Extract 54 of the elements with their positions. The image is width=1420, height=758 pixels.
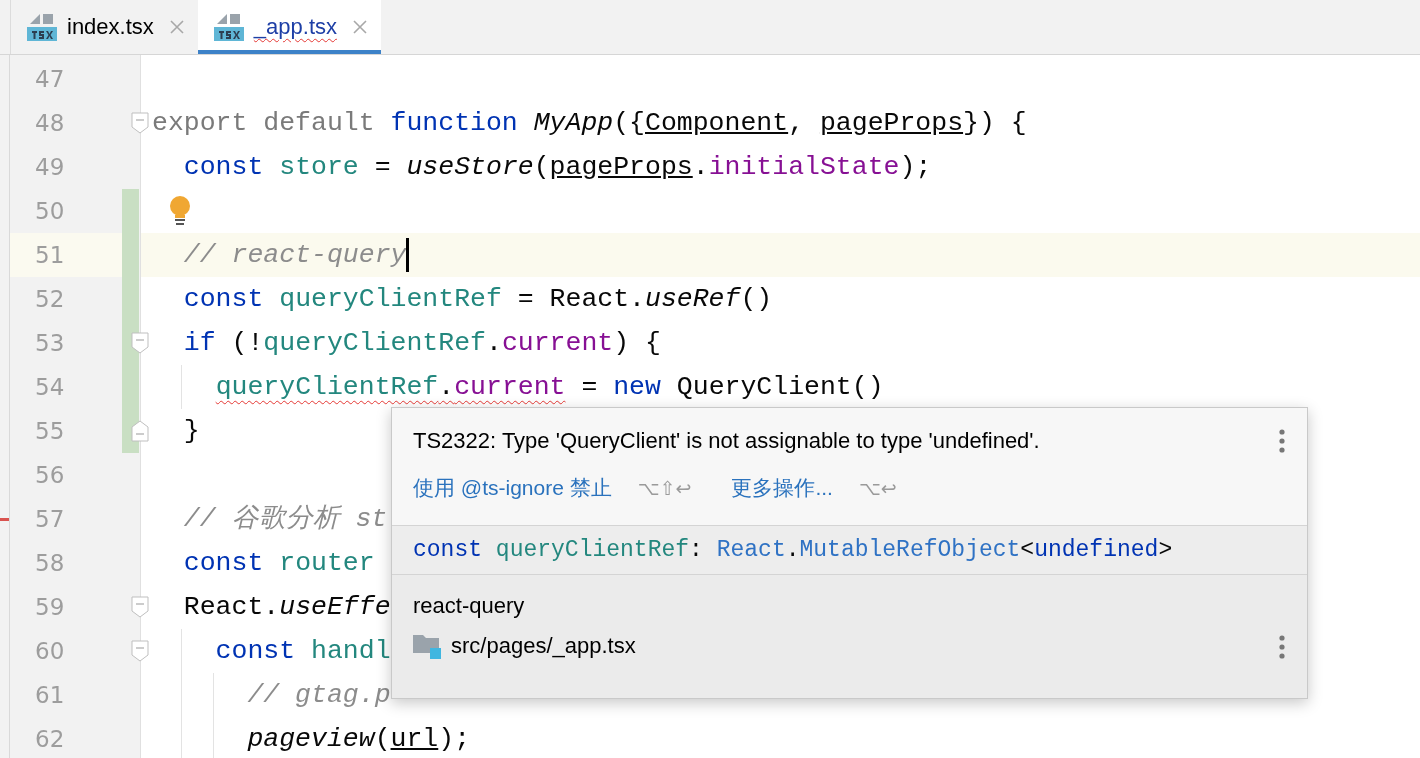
fold-icon[interactable] — [131, 640, 149, 662]
line-number: 60 — [34, 637, 66, 666]
line-number: 51 — [34, 241, 66, 270]
doc-text: react-query — [413, 593, 526, 619]
folder-icon — [413, 633, 443, 659]
code-line: const handl — [214, 635, 391, 668]
line-number: 53 — [34, 329, 66, 358]
fold-icon[interactable] — [131, 112, 149, 134]
fold-icon[interactable] — [131, 332, 149, 354]
code-line: const router — [182, 547, 375, 580]
code-line: if (!queryClientRef.current) { — [182, 327, 661, 360]
tsx-file-icon — [27, 12, 59, 42]
line-number: 54 — [34, 373, 66, 402]
code-line: // 谷歌分析 st — [182, 503, 388, 536]
code-line: } — [182, 415, 200, 448]
file-tab[interactable]: _app.tsx — [197, 0, 381, 54]
tsx-file-icon — [213, 12, 246, 42]
fold-icon[interactable] — [131, 596, 149, 618]
shortcut-hint: ⌥⇧↩ — [637, 477, 692, 499]
fold-icon[interactable] — [131, 420, 149, 442]
error-stripe[interactable] — [0, 518, 9, 521]
line-number: 52 — [34, 285, 66, 314]
line-number: 48 — [34, 109, 66, 138]
file-tab[interactable]: index.tsx — [11, 0, 198, 54]
line-number: 58 — [34, 549, 66, 578]
line-number: 56 — [34, 461, 66, 490]
code-line: // gtag.p — [246, 679, 391, 712]
line-number: 57 — [34, 505, 66, 534]
type-signature: const queryClientRef: React.MutableRefObject<undefined> — [413, 537, 1173, 563]
lightbulb-icon[interactable] — [169, 196, 191, 226]
line-number: 49 — [34, 153, 66, 182]
close-icon[interactable] — [353, 20, 367, 34]
change-marker[interactable] — [122, 189, 139, 233]
more-icon[interactable] — [1279, 635, 1285, 659]
code-line: React.useEffe — [182, 591, 391, 624]
line-number: 55 — [34, 417, 66, 446]
file-path[interactable]: src/pages/_app.tsx — [451, 633, 636, 659]
code-line: // react-query — [182, 239, 407, 272]
code-line: const store = useStore(pageProps.initialState); — [182, 151, 932, 184]
close-icon[interactable] — [169, 20, 184, 34]
line-number: 50 — [34, 197, 66, 226]
quick-fix-link[interactable]: 使用 @ts-ignore 禁止 — [413, 474, 612, 502]
code-line: pageview(url); — [246, 723, 471, 756]
quick-fix-link[interactable]: 更多操作... — [731, 474, 833, 502]
line-number: 61 — [34, 681, 66, 710]
line-number: 62 — [34, 725, 66, 754]
line-number: 59 — [34, 593, 66, 622]
line-number: 47 — [34, 65, 66, 94]
shortcut-hint: ⌥↩ — [858, 477, 897, 499]
more-icon[interactable] — [1279, 429, 1285, 453]
error-message: TS2322: Type 'QueryClient' is not assignable to type 'undefined'. — [413, 428, 1040, 454]
code-line: const queryClientRef = React.useRef() — [182, 283, 773, 316]
code-line: queryClientRef.current = new QueryClient() — [214, 371, 884, 404]
code-line: export default function MyApp({Component, pageProps}) { — [152, 107, 1027, 140]
